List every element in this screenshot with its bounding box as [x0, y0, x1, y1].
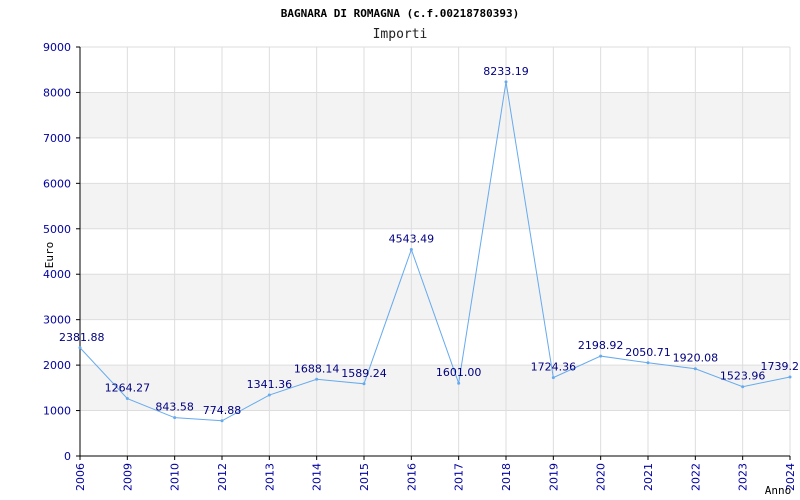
data-label: 2198.92 [578, 339, 624, 352]
grid-band [80, 183, 790, 229]
data-point [788, 375, 792, 379]
data-label: 1739.2 [761, 360, 800, 373]
data-label: 1264.27 [105, 382, 151, 395]
x-tick-label: 2012 [216, 463, 229, 491]
grid-band [80, 274, 790, 320]
line-chart: BAGNARA DI ROMAGNA (c.f.00218780393) Imp… [43, 7, 800, 497]
y-tick-label: 7000 [43, 132, 71, 145]
data-point [78, 346, 82, 350]
x-tick-label: 2017 [453, 463, 466, 491]
y-tick-label: 3000 [43, 314, 71, 327]
x-tick-label: 2022 [689, 463, 702, 491]
data-label: 1920.08 [673, 352, 719, 365]
data-point [173, 416, 177, 420]
y-tick-label: 5000 [43, 223, 71, 236]
x-axis-ticks: 2006 2009 2010 2012 2013 2014 2015 2016 2017 2018… [74, 456, 797, 491]
data-label: 2050.71 [625, 346, 671, 359]
x-tick-label: 2013 [263, 463, 276, 491]
data-point [267, 393, 271, 397]
data-point [362, 382, 366, 386]
data-point [409, 248, 413, 252]
x-tick-label: 2019 [547, 463, 560, 491]
chart-title: BAGNARA DI ROMAGNA (c.f.00218780393) [281, 7, 519, 20]
x-tick-label: 2010 [169, 463, 182, 491]
data-point [741, 385, 745, 389]
data-label: 1589.24 [341, 367, 387, 380]
data-label: 4543.49 [389, 233, 435, 246]
x-tick-label: 2006 [74, 463, 87, 491]
y-tick-label: 8000 [43, 86, 71, 99]
data-point [504, 80, 508, 84]
data-point [220, 419, 224, 423]
y-tick-label: 6000 [43, 177, 71, 190]
data-point [315, 377, 319, 381]
y-tick-label: 0 [64, 450, 71, 463]
data-label: 1688.14 [294, 362, 340, 375]
data-label: 8233.19 [483, 65, 529, 78]
data-label: 843.58 [155, 401, 194, 414]
data-label: 1523.96 [720, 370, 766, 383]
y-axis-label: Euro [43, 242, 56, 269]
x-tick-label: 2009 [121, 463, 134, 491]
x-tick-label: 2023 [737, 463, 750, 491]
data-label: 1601.00 [436, 366, 482, 379]
data-label: 1341.36 [247, 378, 293, 391]
x-tick-label: 2015 [358, 463, 371, 491]
data-label: 2381.88 [59, 331, 105, 344]
x-tick-label: 2018 [500, 463, 513, 491]
y-tick-label: 1000 [43, 405, 71, 418]
data-point [125, 397, 129, 401]
x-tick-label: 2020 [595, 463, 608, 491]
grid-band [80, 92, 790, 138]
x-tick-label: 2016 [405, 463, 418, 491]
y-tick-label: 9000 [43, 41, 71, 54]
y-tick-label: 4000 [43, 268, 71, 281]
x-tick-label: 2021 [642, 463, 655, 491]
data-point [693, 367, 697, 371]
data-label: 1724.36 [531, 361, 577, 374]
y-tick-label: 2000 [43, 359, 71, 372]
chart-subtitle: Importi [373, 27, 428, 42]
x-axis-label: Anno [765, 484, 792, 497]
x-tick-label: 2014 [311, 463, 324, 491]
data-point [457, 381, 461, 385]
data-point [599, 354, 603, 358]
data-point [646, 361, 650, 365]
data-label: 774.88 [203, 404, 242, 417]
data-point [551, 376, 555, 380]
